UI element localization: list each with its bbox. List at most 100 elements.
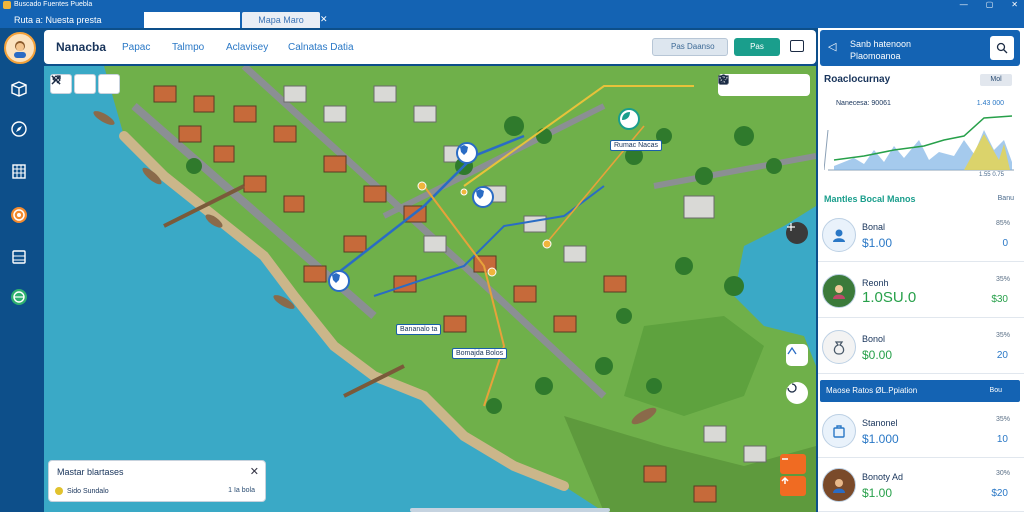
map-toolbar-left [50, 74, 120, 94]
item-name: Bonoty Ad [862, 472, 904, 482]
compass-icon[interactable] [8, 118, 30, 140]
item-amount: $1.00 [862, 486, 893, 500]
item-right-value: 10 [996, 434, 1008, 445]
title-bar: Buscado Fuentes Puebla — ▢ ✕ [0, 0, 1024, 10]
list-item[interactable]: Bonol $0.00 35% 20 [818, 320, 1024, 374]
filter-label: Pas Daanso [671, 42, 715, 51]
target-icon[interactable] [8, 204, 30, 226]
chart-title: Roaclocurnay [824, 74, 891, 85]
nav-item-aclavisey[interactable]: Aclavisey [226, 42, 268, 53]
map-label[interactable]: Rumac Nacas [610, 140, 662, 151]
sparkline-chart [824, 115, 1014, 171]
item-amount: $1.00 [862, 236, 893, 250]
shield-pin-icon[interactable] [456, 142, 478, 164]
window-controls: — ▢ ✕ [960, 0, 1018, 10]
user-avatar[interactable] [4, 32, 36, 64]
chart-value-left: Nanecesa: 90061 [836, 100, 891, 107]
close-window-button[interactable]: ✕ [1011, 0, 1018, 10]
close-card-icon[interactable]: ✕ [250, 465, 259, 478]
tab-close-icon[interactable]: ✕ [320, 14, 328, 25]
map-canvas [93, 66, 816, 512]
window-icon[interactable] [790, 40, 804, 52]
nav-item-papac[interactable]: Papac [122, 42, 150, 53]
user-icon [822, 218, 856, 252]
tab-strip: Ruta a: Nuesta presta Mapa Maro ✕ [0, 10, 1024, 28]
expand-icon[interactable] [51, 74, 96, 94]
chart-card: Roaclocurnay Mol Nanecesa: 90061 1.43 00… [820, 70, 1020, 188]
band-right: Bou [989, 387, 1002, 394]
list-item[interactable]: Reonh 1.0SU.0 35% $30 [818, 264, 1024, 318]
go-button[interactable]: Pas [734, 38, 780, 56]
panel-back-icon[interactable]: ◁ [828, 40, 836, 53]
band-title: Maose Ratos ØL.Ppiation [826, 386, 918, 395]
map-info-card: Mastar blartases ✕ Sido Sundalo 1 Ia bol… [48, 460, 266, 502]
building-icon[interactable] [8, 160, 30, 182]
bag-icon [822, 414, 856, 448]
globe-icon[interactable] [8, 286, 30, 308]
item-name: Bonal [862, 222, 886, 232]
leaf-pin-icon[interactable] [618, 108, 640, 130]
item-right-value: $30 [991, 294, 1008, 305]
right-panel: ◁ Sanb hatenoon Plaomoanoa Roaclocurnay … [818, 28, 1024, 512]
nav-item-calnatas[interactable]: Calnatas Datia [288, 42, 354, 53]
brand-title: Nanacba [56, 40, 107, 54]
app-icon [3, 1, 11, 9]
map-label[interactable]: Bananalo ta [396, 324, 442, 335]
card-right-text: 1 Ia bola [228, 487, 255, 494]
item-percent: 30% [995, 470, 1010, 477]
item-percent: 35% [995, 416, 1010, 423]
section-title: Mantles Bocal Manos [824, 194, 916, 204]
panel-title: Sanb hatenoon Plaomoanoa [850, 39, 912, 61]
item-percent: 35% [995, 332, 1010, 339]
card-title: Mastar blartases [57, 467, 124, 477]
window-title: Buscado Fuentes Puebla [14, 1, 93, 8]
rotate-icon[interactable] [786, 382, 808, 404]
list-item[interactable]: Bonoty Ad $1.00 30% $20 [818, 458, 1024, 512]
money-bag-icon [822, 330, 856, 364]
card-status: Sido Sundalo [55, 487, 109, 495]
map-view[interactable]: Rumac Nacas Bananalo ta Bomajda Bolos Ma… [44, 66, 816, 512]
layers-icon[interactable] [8, 246, 30, 268]
item-name: Bonol [862, 334, 886, 344]
nav-item-talmpo[interactable]: Talmpo [172, 42, 204, 53]
minimize-button[interactable]: — [960, 0, 968, 10]
horizontal-scrollbar[interactable] [410, 508, 610, 512]
item-right-value: 0 [1002, 238, 1008, 249]
chart-value-right: 1.43 000 [976, 100, 1004, 107]
item-name: Stanonel [862, 418, 898, 428]
locate-icon[interactable] [786, 222, 808, 244]
status-dot-icon [55, 487, 63, 495]
share-icon[interactable] [786, 344, 808, 366]
tab-map[interactable]: Mapa Maro [242, 12, 320, 28]
map-label[interactable]: Bomajda Bolos [452, 348, 508, 359]
tab-blank[interactable] [144, 12, 240, 28]
list-item[interactable]: Bonal $1.00 85% 0 [818, 208, 1024, 262]
item-percent: 85% [995, 220, 1010, 227]
maximize-button[interactable]: ▢ [986, 0, 994, 10]
tab-route[interactable]: Ruta a: Nuesta presta [6, 12, 142, 28]
item-amount: $1.000 [862, 432, 899, 446]
chart-axis-labels: 1.55 0.75 [978, 172, 1004, 178]
item-name: Reonh [862, 278, 889, 288]
shield-pin-icon[interactable] [328, 270, 350, 292]
card-status-text: Sido Sundalo [67, 487, 109, 495]
map-toolbar-right [718, 74, 810, 96]
panel-header: ◁ Sanb hatenoon Plaomoanoa [820, 30, 1020, 66]
filter-button[interactable]: Pas Daanso [652, 38, 728, 56]
item-percent: 35% [995, 276, 1010, 283]
item-amount: $0.00 [862, 348, 893, 362]
item-amount: 1.0SU.0 [862, 289, 917, 306]
search-icon[interactable] [990, 36, 1014, 60]
shield-pin-icon[interactable] [472, 186, 494, 208]
zoom-in-button[interactable] [780, 476, 806, 496]
section-band: Maose Ratos ØL.Ppiation Bou [820, 380, 1020, 402]
list-item[interactable]: Stanonel $1.000 35% 10 [818, 404, 1024, 458]
item-right-value: $20 [991, 488, 1008, 499]
app-header: Nanacba Papac Talmpo Aclavisey Calnatas … [44, 30, 816, 64]
cube-icon[interactable] [8, 78, 30, 100]
draw-icon[interactable] [51, 74, 120, 94]
avatar [822, 274, 856, 308]
section-right-label: Banu [997, 195, 1014, 202]
chart-button[interactable]: Mol [980, 74, 1012, 86]
zoom-out-button[interactable] [780, 454, 806, 474]
